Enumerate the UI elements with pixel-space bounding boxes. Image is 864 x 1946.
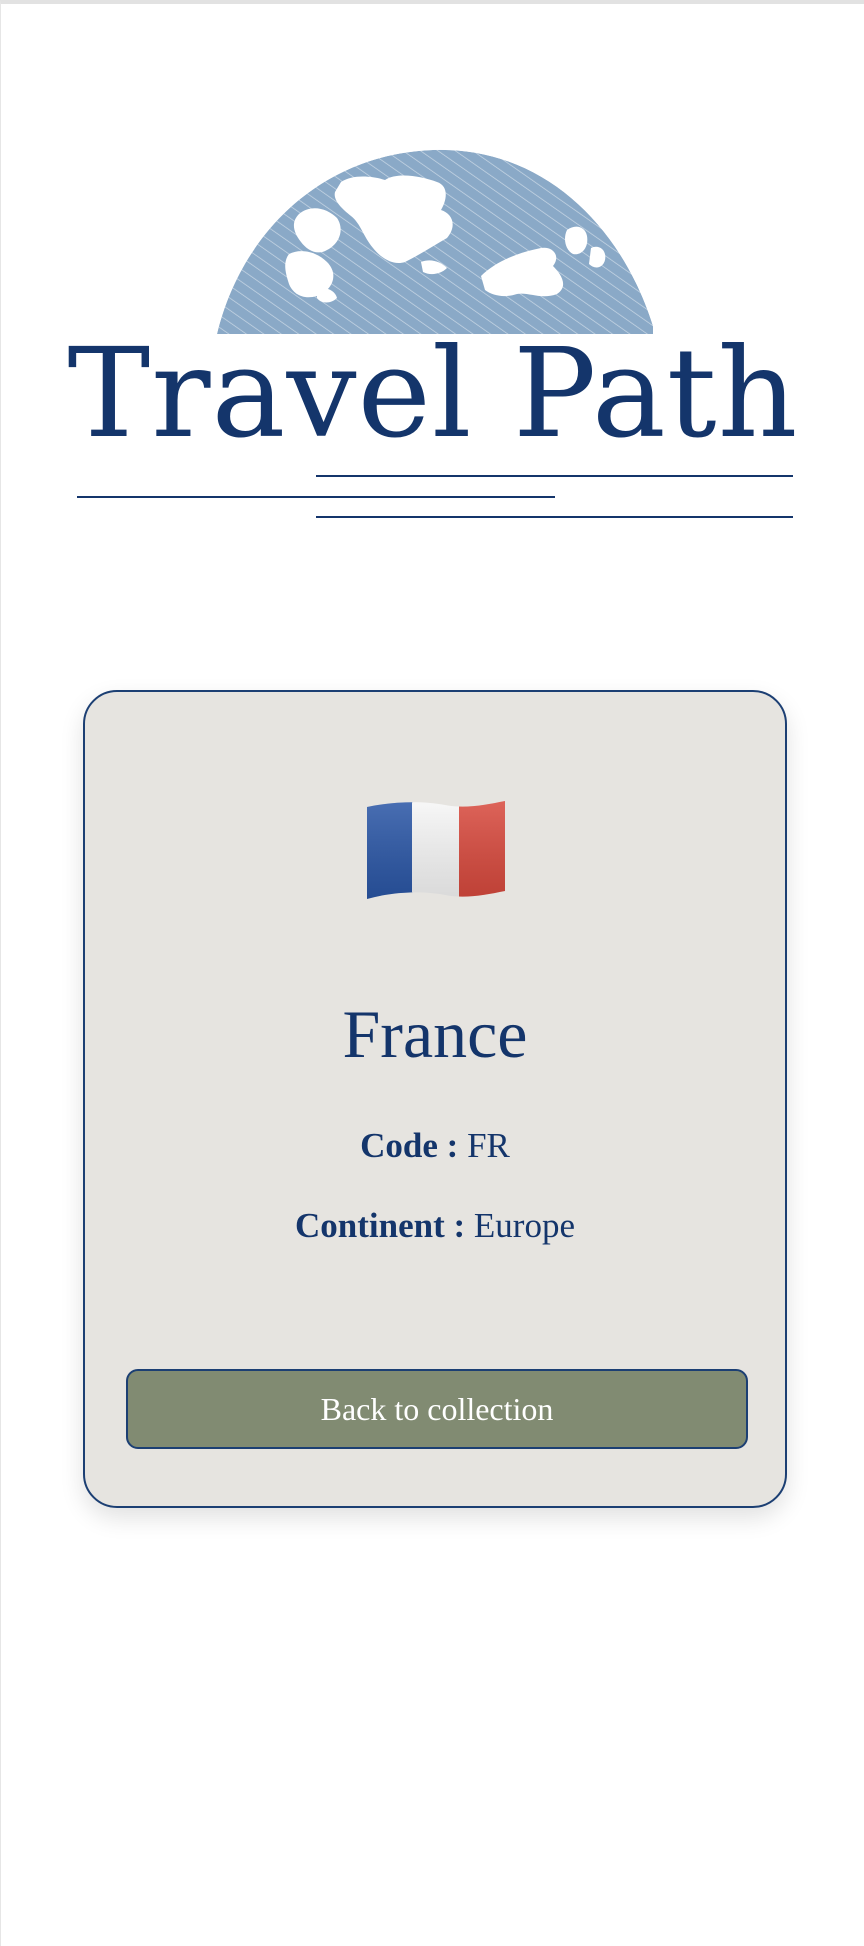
back-to-collection-button[interactable]: Back to collection [126, 1369, 748, 1449]
country-card: France Code : FR Continent : Europe Back… [83, 690, 787, 1508]
code-label: Code : [360, 1126, 459, 1165]
country-code-row: Code : FR [85, 1128, 785, 1163]
country-name: France [342, 996, 528, 1072]
code-value: FR [467, 1126, 510, 1165]
continent-value: Europe [473, 1206, 575, 1245]
france-flag-icon [367, 801, 505, 899]
travel-path-logo: Travel Path [1, 4, 864, 544]
continent-label: Continent : [295, 1206, 466, 1245]
continent-row: Continent : Europe [85, 1208, 785, 1243]
brand-title: Travel Path [67, 322, 799, 466]
